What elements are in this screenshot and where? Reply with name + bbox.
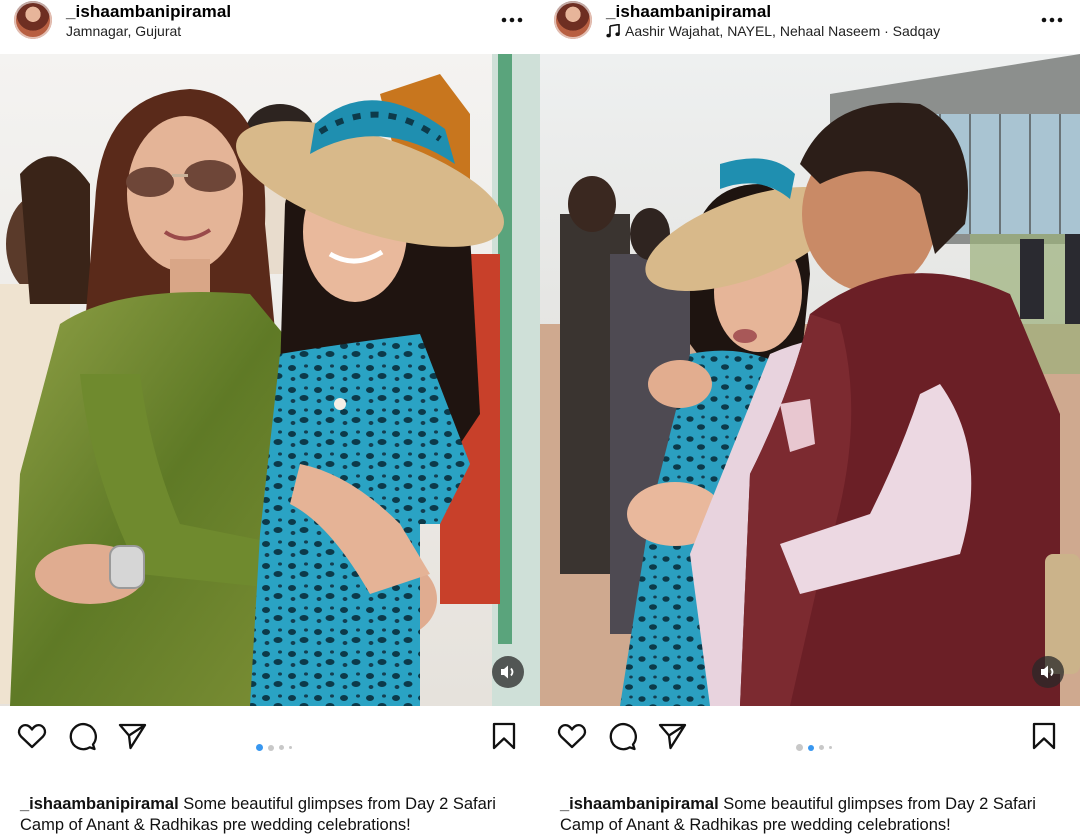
post-location[interactable]: Jamnagar, Gujurat xyxy=(66,23,181,39)
heart-icon[interactable] xyxy=(16,720,48,752)
carousel-dot xyxy=(256,744,263,751)
post-photo[interactable] xyxy=(0,54,540,706)
avatar[interactable] xyxy=(14,1,52,39)
post-photo[interactable] xyxy=(540,54,1080,706)
photo-illustration xyxy=(0,54,540,706)
post-username[interactable]: _ishaambanipiramal xyxy=(606,2,771,22)
post-header: _ishaambanipiramal Aashir Wajahat, NAYEL… xyxy=(540,0,1080,52)
music-track-label: Aashir Wajahat, NAYEL, Nehaal Naseem · S… xyxy=(625,23,941,39)
comment-icon[interactable] xyxy=(606,720,638,752)
audio-toggle-button[interactable] xyxy=(1032,656,1064,688)
post-music[interactable]: Aashir Wajahat, NAYEL, Nehaal Naseem · S… xyxy=(606,23,940,39)
carousel-dot xyxy=(796,744,803,751)
post-header: _ishaambanipiramal Jamnagar, Gujurat xyxy=(0,0,540,52)
carousel-dot xyxy=(279,745,284,750)
audio-toggle-button[interactable] xyxy=(492,656,524,688)
post-caption: _ishaambanipiramal Some beautiful glimps… xyxy=(20,794,532,834)
caption-username[interactable]: _ishaambanipiramal xyxy=(20,795,179,813)
music-note-icon xyxy=(606,24,620,38)
post-caption: _ishaambanipiramal Some beautiful glimps… xyxy=(560,794,1072,834)
send-icon[interactable] xyxy=(116,720,148,752)
carousel-dot xyxy=(289,746,292,749)
carousel-dot xyxy=(808,744,814,751)
avatar[interactable] xyxy=(554,1,592,39)
carousel-dot xyxy=(829,746,832,749)
speaker-icon xyxy=(1041,665,1054,679)
comment-icon[interactable] xyxy=(66,720,98,752)
send-icon[interactable] xyxy=(656,720,688,752)
speaker-icon xyxy=(501,665,514,679)
post-actions xyxy=(0,716,540,758)
more-options-icon[interactable] xyxy=(498,6,526,30)
post-card-2: _ishaambanipiramal Aashir Wajahat, NAYEL… xyxy=(540,0,1080,834)
bookmark-icon[interactable] xyxy=(1028,720,1060,752)
post-actions xyxy=(540,716,1080,758)
carousel-dot xyxy=(819,745,824,750)
post-username[interactable]: _ishaambanipiramal xyxy=(66,2,231,22)
more-options-icon[interactable] xyxy=(1038,6,1066,30)
post-card-1: _ishaambanipiramal Jamnagar, Gujurat _is… xyxy=(0,0,540,834)
photo-illustration xyxy=(540,54,1080,706)
caption-username[interactable]: _ishaambanipiramal xyxy=(560,795,719,813)
bookmark-icon[interactable] xyxy=(488,720,520,752)
carousel-dot xyxy=(268,744,274,751)
heart-icon[interactable] xyxy=(556,720,588,752)
